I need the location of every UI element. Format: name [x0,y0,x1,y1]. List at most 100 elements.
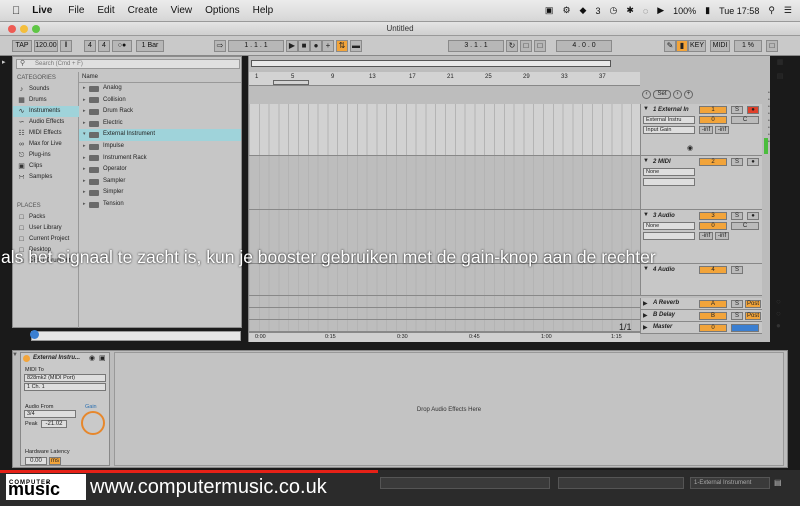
mixer-toggle-icon[interactable]: ▤ [774,478,782,487]
browser-item-electric[interactable]: ▸ Electric [79,118,241,130]
forward-icon[interactable]: › [673,90,682,99]
tempo-field[interactable]: 120.00 [34,40,58,52]
solo-button[interactable]: S [731,106,743,114]
browser-item-operator[interactable]: ▸ Operator [79,164,241,176]
return-lane-b[interactable] [249,308,641,320]
stop-button[interactable]: ■ [298,40,310,52]
track-lane-1[interactable] [249,104,641,156]
minimize-dot[interactable] [20,25,28,33]
record-button[interactable]: ● [310,40,322,52]
search-icon[interactable]: ⚲ [768,5,775,16]
circle-icon[interactable]: ○ [776,296,781,308]
overview-bar[interactable] [251,60,611,67]
menu-create[interactable]: Create [128,5,158,16]
menu-file[interactable]: File [68,5,84,16]
preview-bar[interactable] [31,331,241,341]
record-dot-icon[interactable]: ● [776,320,781,332]
arm-button[interactable]: ● [747,158,759,166]
track-activator[interactable]: 2 [699,158,727,166]
meter-denominator[interactable]: 4 [98,40,110,52]
key-map-indicator-icon[interactable]: ▮ [676,40,688,52]
quantize-select[interactable]: 1 Bar [136,40,164,52]
track-activator[interactable]: 1 [699,106,727,114]
zoom-dot[interactable] [32,25,40,33]
gain-knob[interactable] [81,411,105,435]
fold-icon[interactable]: ▼ [643,212,649,218]
return-track-b[interactable]: ▶ B Delay B S Post [640,310,762,322]
input-channel-select[interactable] [643,232,695,240]
menu-options[interactable]: Options [205,5,239,16]
tap-button[interactable]: TAP [12,40,32,52]
track-activator[interactable]: 3 [699,212,727,220]
expand-icon[interactable]: ▶ [643,312,648,319]
device-fold-icon[interactable]: ▼ [12,352,20,360]
play-button[interactable]: ▶ [286,40,298,52]
latency-field[interactable]: 0.00 [25,457,47,465]
time-ruler[interactable]: 0:00 0:15 0:30 0:45 1:00 1:15 [249,332,641,342]
loop-length-field[interactable]: 4 . 0 . 0 [556,40,612,52]
browser-item-impulse[interactable]: ▸ Impulse [79,141,241,153]
post-button[interactable]: Post [745,312,761,320]
browser-item-drum-rack[interactable]: ▸ Drum Rack [79,106,241,118]
back-icon[interactable]: ‹ [642,90,651,99]
draw-mode-icon[interactable]: ▬ [350,40,362,52]
device-power-icon[interactable] [23,355,30,362]
browser-item-sampler[interactable]: ▸ Sampler [79,176,241,188]
browser-item-simpler[interactable]: ▸ Simpler [79,187,241,199]
browser-toggle-icon[interactable]: ▸ [2,58,10,68]
input-type-select[interactable]: External Instru [643,116,695,124]
browser-search-input[interactable]: Search (Cmd + F) [16,59,240,69]
name-column-header[interactable]: Name [79,72,241,83]
pan-field[interactable]: C [731,116,759,124]
fold-icon[interactable]: ▼ [643,106,649,112]
category-sounds[interactable]: ♪ Sounds [13,84,79,95]
circle-icon[interactable]: ○ [776,308,781,320]
master-cue-field[interactable] [731,324,759,332]
track-header-1[interactable]: ▼ 1 External In 1 S ● External Instru In… [640,104,768,156]
beat-ruler[interactable]: 1 5 9 13 17 21 25 29 33 37 [249,72,641,86]
position-field[interactable]: 1 . 1 . 1 [228,40,284,52]
category-drums[interactable]: ▦ Drums [13,95,79,106]
category-audio-effects[interactable]: ∽ Audio Effects [13,117,79,128]
wifi-icon[interactable]: ◌ [643,6,648,16]
browser-item-tension[interactable]: ▸ Tension [79,199,241,211]
menu-view[interactable]: View [171,5,193,16]
preview-icon[interactable] [30,330,39,339]
punch-in-icon[interactable]: □ [520,40,532,52]
bluetooth-icon[interactable]: ✱ [626,5,634,16]
midi-map-button[interactable]: MIDI [710,40,730,52]
set-button[interactable]: Set [653,90,671,99]
help-view-icon[interactable]: ▤ [775,72,785,84]
close-dot[interactable] [8,25,16,33]
return-track-a[interactable]: ▶ A Reverb A S Post [640,298,762,310]
place-packs[interactable]: □ Packs [13,212,79,223]
return-lane-a[interactable] [249,296,641,308]
loop-switch-icon[interactable]: ↻ [506,40,518,52]
loop-start-field[interactable]: 3 . 1 . 1 [448,40,504,52]
input-type-select[interactable]: None [643,168,695,176]
volume-icon[interactable]: ▶ [657,5,664,16]
volume-field[interactable]: 0 [699,116,727,124]
gear-icon[interactable]: ⚙ [562,5,570,16]
volume-field[interactable]: 0 [699,222,727,230]
post-button[interactable]: Post [745,300,761,308]
audio-input-select[interactable]: 3/4 [24,410,76,418]
track-header-2[interactable]: ▼ 2 MIDI 2 S ● None [640,156,762,210]
solo-button[interactable]: S [731,300,743,308]
menu-edit[interactable]: Edit [97,5,114,16]
browser-item-instrument-rack[interactable]: ▸ Instrument Rack [79,153,241,165]
device-hotswap-icon[interactable]: ◉ [89,354,95,362]
overdub-button[interactable]: + [322,40,334,52]
history-icon[interactable]: ◷ [609,5,617,16]
arm-button[interactable]: ● [747,212,759,220]
place-user-library[interactable]: □ User Library [13,223,79,234]
clock[interactable]: Tue 17:58 [719,6,759,16]
solo-button[interactable]: S [731,212,743,220]
device-title[interactable]: External Instru... [33,355,80,361]
follow-icon[interactable]: ⇨ [214,40,226,52]
punch-out-icon[interactable]: □ [534,40,546,52]
solo-button[interactable]: S [731,312,743,320]
track-lane-2[interactable] [249,156,641,210]
input-channel-select[interactable] [643,178,695,186]
menu-help[interactable]: Help [253,5,274,16]
